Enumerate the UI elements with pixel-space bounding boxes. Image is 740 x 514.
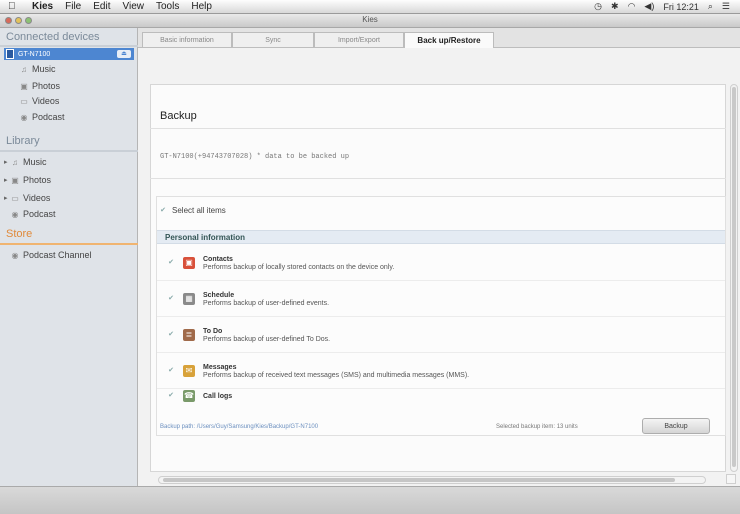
sidebar-item-label: Photos [32, 81, 61, 91]
divider [0, 150, 138, 152]
sidebar-item-label: Podcast Channel [23, 250, 92, 260]
device-name: GT-N7100 [18, 50, 51, 58]
status-bar [0, 486, 740, 514]
expand-arrow-icon[interactable]: ▸ [4, 176, 9, 184]
window-title: Kies [362, 15, 378, 24]
sidebar-item-device-podcast[interactable]: ◉ Podcast [20, 112, 65, 122]
clock[interactable]: Fri 12:21 [663, 2, 699, 12]
sidebar-item-device-photos[interactable]: ▣ Photos [20, 81, 60, 91]
sidebar-item-library-music[interactable]: ▸ ♫ Music [4, 157, 47, 167]
bluetooth-icon[interactable]: ✱ [611, 1, 619, 12]
sidebar-item-label: Podcast [32, 112, 65, 122]
tab-backup-restore[interactable]: Back up/Restore [404, 32, 494, 48]
wifi-icon[interactable]: ◠ [628, 1, 636, 12]
sidebar-item-label: Videos [23, 193, 51, 203]
sidebar-item-label: Photos [23, 175, 52, 185]
window-titlebar: Kies [0, 14, 740, 28]
sidebar-item-device-music[interactable]: ♫ Music [20, 64, 56, 74]
sidebar-item-library-photos[interactable]: ▸ ▣ Photos [4, 175, 51, 185]
podcast-icon: ◉ [11, 209, 19, 219]
tab-import-export[interactable]: Import/Export [314, 32, 404, 47]
sidebar: Connected devices GT-N7100 ⏏ ♫ Music ▣ Pho… [0, 28, 138, 486]
podcast-icon: ◉ [20, 112, 28, 122]
sidebar-item-label: Music [32, 64, 56, 74]
eject-button[interactable]: ⏏ [117, 50, 131, 58]
divider [0, 243, 138, 245]
menubar-status: ◷ ✱ ◠ ◀) Fri 12:21 ⌕ ☰ [594, 1, 730, 12]
music-icon: ♫ [12, 157, 18, 167]
sidebar-item-library-videos[interactable]: ▸ ▭ Videos [4, 193, 50, 203]
tab-bar: Basic information Sync Import/Export Bac… [138, 28, 740, 48]
video-icon: ▭ [20, 96, 28, 106]
menu-kies[interactable]: Kies [32, 1, 53, 12]
tab-basic-information[interactable]: Basic information [142, 32, 232, 47]
menu-help[interactable]: Help [191, 1, 212, 12]
photo-icon: ▣ [11, 175, 19, 185]
menu-bar:  Kies File Edit View Tools Help ◷ ✱ ◠ ◀… [0, 0, 740, 14]
divider [0, 45, 138, 47]
store-header: Store [6, 228, 33, 240]
sidebar-item-label: Podcast [23, 209, 56, 219]
spotlight-icon[interactable]: ⌕ [708, 1, 713, 12]
menu-edit[interactable]: Edit [93, 1, 110, 12]
sidebar-item-label: Music [23, 157, 47, 167]
video-icon: ▭ [11, 193, 19, 203]
connected-devices-header: Connected devices [6, 31, 100, 43]
sidebar-item-device[interactable]: GT-N7100 ⏏ [4, 48, 134, 60]
apple-icon[interactable]:  [8, 1, 20, 12]
menu-file[interactable]: File [65, 1, 81, 12]
expand-arrow-icon[interactable]: ▸ [4, 158, 9, 166]
sidebar-item-label: Videos [32, 96, 60, 106]
main-content: Basic information Sync Import/Export Bac… [138, 28, 740, 486]
library-header: Library [6, 135, 40, 147]
tab-sync[interactable]: Sync [232, 32, 314, 47]
volume-icon[interactable]: ◀) [644, 1, 654, 12]
menu-tools[interactable]: Tools [156, 1, 179, 12]
sidebar-item-device-videos[interactable]: ▭ Videos [20, 96, 59, 106]
expand-arrow-icon[interactable]: ▸ [4, 194, 9, 202]
menu-view[interactable]: View [122, 1, 144, 12]
sync-icon[interactable]: ◷ [594, 1, 602, 12]
podcast-icon: ◉ [11, 250, 19, 260]
list-icon[interactable]: ☰ [722, 1, 730, 12]
music-icon: ♫ [21, 64, 27, 74]
photo-icon: ▣ [20, 81, 28, 91]
phone-icon [6, 49, 14, 59]
sidebar-item-library-podcast[interactable]: ◉ Podcast [11, 209, 56, 219]
sidebar-item-podcast-channel[interactable]: ◉ Podcast Channel [11, 250, 92, 260]
